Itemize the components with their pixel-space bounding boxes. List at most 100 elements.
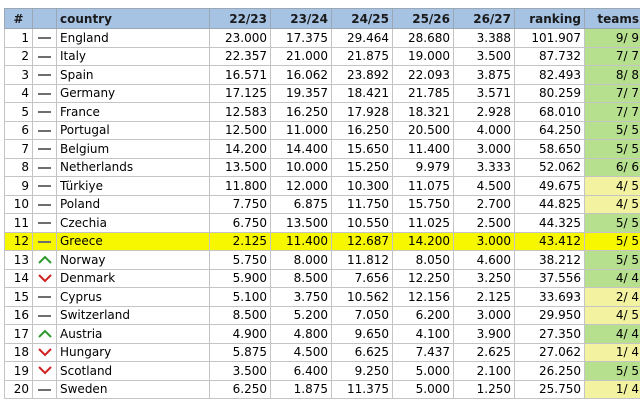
table-row: 20 Sweden 6.250 1.875 11.375 5.000 1.250 25.750… (4, 379, 640, 399)
country-name-cell[interactable]: Switzerland (56, 305, 210, 325)
trend-cell (32, 46, 57, 66)
season-score-cell: 7.050 (331, 305, 393, 325)
country-name-cell[interactable]: Scotland (56, 361, 210, 381)
season-score-cell: 10.550 (331, 213, 393, 233)
season-score-cell: 2.125 (209, 231, 271, 251)
season-score-cell: 10.562 (331, 287, 393, 307)
season-score-cell: 16.571 (209, 65, 271, 85)
country-name-cell[interactable]: Netherlands (56, 157, 210, 177)
country-name-cell[interactable]: Greece (56, 231, 210, 251)
country-name-cell[interactable]: Poland (56, 194, 210, 214)
trend-cell (32, 83, 57, 103)
header-season-25-26[interactable]: 25/26 (392, 8, 454, 29)
ranking-score-cell: 29.950 (514, 305, 585, 325)
table-row: 10 Poland 7.750 6.875 11.750 15.750 2.700 44.82… (4, 194, 640, 214)
header-season-24-25[interactable]: 24/25 (331, 8, 393, 29)
teams-cell: 5/ 5 (584, 120, 640, 140)
header-season-22-23[interactable]: 22/23 (209, 8, 271, 29)
season-score-cell: 11.075 (392, 176, 454, 196)
dash-icon (38, 388, 51, 391)
ranking-score-cell: 64.250 (514, 120, 585, 140)
ranking-score-cell: 38.212 (514, 250, 585, 270)
season-score-cell: 11.375 (331, 379, 393, 399)
country-name-cell[interactable]: Czechia (56, 213, 210, 233)
country-name-cell[interactable]: Sweden (56, 379, 210, 399)
dash-icon (38, 74, 51, 77)
teams-cell: 1/ 4 (584, 379, 640, 399)
country-name-cell[interactable]: Germany (56, 83, 210, 103)
country-name-cell[interactable]: Türkiye (56, 176, 210, 196)
season-score-cell: 10.000 (270, 157, 332, 177)
season-score-cell: 14.400 (270, 139, 332, 159)
country-name-cell[interactable]: Austria (56, 324, 210, 344)
ranking-score-cell: 58.650 (514, 139, 585, 159)
trend-cell (32, 194, 57, 214)
season-score-cell: 23.892 (331, 65, 393, 85)
season-score-cell: 11.750 (331, 194, 393, 214)
teams-cell: 4/ 5 (584, 176, 640, 196)
season-score-cell: 23.000 (209, 28, 271, 48)
country-name-cell[interactable]: England (56, 28, 210, 48)
season-score-cell: 12.250 (392, 268, 454, 288)
trend-cell (32, 102, 57, 122)
header-teams[interactable]: teams (584, 8, 640, 29)
teams-cell: 4/ 5 (584, 194, 640, 214)
header-season-26-27[interactable]: 26/27 (453, 8, 515, 29)
table-row: 7 Belgium 14.200 14.400 15.650 11.400 3.000 58.… (4, 139, 640, 159)
rank-number-cell: 2 (4, 46, 33, 66)
trend-cell (32, 342, 57, 362)
country-name-cell[interactable]: Belgium (56, 139, 210, 159)
rank-number-cell: 5 (4, 102, 33, 122)
season-score-cell: 28.680 (392, 28, 454, 48)
header-ranking[interactable]: ranking (514, 8, 585, 29)
header-season-23-24[interactable]: 23/24 (270, 8, 332, 29)
table-row: 14 Denmark 5.900 8.500 7.656 12.250 3.250 37.55… (4, 268, 640, 288)
season-score-cell: 9.650 (331, 324, 393, 344)
season-score-cell: 3.875 (453, 65, 515, 85)
season-score-cell: 3.500 (453, 46, 515, 66)
ranking-table: # country 22/23 23/24 24/25 25/26 26/27 … (4, 8, 640, 399)
header-num[interactable]: # (4, 8, 33, 29)
rank-number-cell: 15 (4, 287, 33, 307)
season-score-cell: 8.500 (270, 268, 332, 288)
season-score-cell: 21.785 (392, 83, 454, 103)
country-name-cell[interactable]: France (56, 102, 210, 122)
season-score-cell: 7.750 (209, 194, 271, 214)
dash-icon (38, 222, 51, 225)
season-score-cell: 10.300 (331, 176, 393, 196)
season-score-cell: 4.600 (453, 250, 515, 270)
header-row: # country 22/23 23/24 24/25 25/26 26/27 … (4, 8, 640, 29)
rank-number-cell: 7 (4, 139, 33, 159)
country-name-cell[interactable]: Norway (56, 250, 210, 270)
season-score-cell: 11.400 (392, 139, 454, 159)
country-name-cell[interactable]: Spain (56, 65, 210, 85)
country-name-cell[interactable]: Italy (56, 46, 210, 66)
season-score-cell: 17.125 (209, 83, 271, 103)
table-row: 19 Scotland 3.500 6.400 9.250 5.000 2.100 26.25… (4, 361, 640, 381)
rank-number-cell: 8 (4, 157, 33, 177)
season-score-cell: 13.500 (209, 157, 271, 177)
teams-cell: 7/ 7 (584, 46, 640, 66)
season-score-cell: 16.250 (270, 102, 332, 122)
season-score-cell: 2.700 (453, 194, 515, 214)
ranking-score-cell: 82.493 (514, 65, 585, 85)
season-score-cell: 3.000 (453, 305, 515, 325)
country-name-cell[interactable]: Portugal (56, 120, 210, 140)
season-score-cell: 2.500 (453, 213, 515, 233)
season-score-cell: 15.650 (331, 139, 393, 159)
chevron-up-icon (33, 255, 56, 264)
season-score-cell: 11.400 (270, 231, 332, 251)
country-name-cell[interactable]: Cyprus (56, 287, 210, 307)
season-score-cell: 9.250 (331, 361, 393, 381)
header-country[interactable]: country (56, 8, 210, 29)
rank-number-cell: 14 (4, 268, 33, 288)
country-name-cell[interactable]: Denmark (56, 268, 210, 288)
season-score-cell: 11.812 (331, 250, 393, 270)
country-name-cell[interactable]: Hungary (56, 342, 210, 362)
trend-cell (32, 324, 57, 344)
header-trend (32, 8, 57, 29)
season-score-cell: 15.250 (331, 157, 393, 177)
season-score-cell: 3.900 (453, 324, 515, 344)
season-score-cell: 4.500 (270, 342, 332, 362)
season-score-cell: 12.000 (270, 176, 332, 196)
